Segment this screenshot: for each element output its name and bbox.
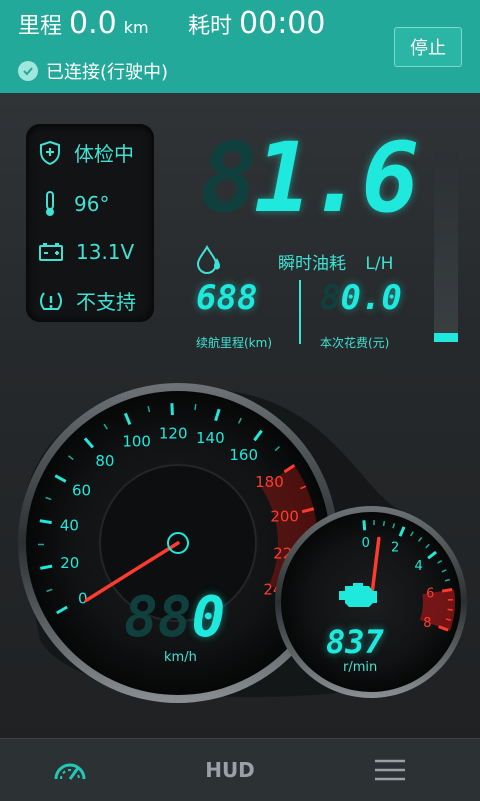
range-value: 688	[196, 278, 257, 318]
speed-value: 0	[191, 585, 225, 650]
stop-button[interactable]: 停止	[394, 27, 462, 67]
mileage-unit: km	[124, 18, 149, 37]
mileage-readout: 里程 0.0 km	[18, 6, 149, 41]
thermometer-icon	[38, 190, 62, 218]
menu-icon	[374, 758, 406, 782]
tachometer-tick-label: 6	[426, 586, 434, 601]
big-fuel-readout: 81.6	[200, 128, 415, 228]
tire-pressure-row: 不支持	[38, 286, 136, 315]
range-label: 续航里程(km)	[196, 334, 272, 351]
speedometer-tick-label: 40	[60, 517, 79, 535]
tachometer-major-tick	[364, 520, 365, 530]
speedometer-major-tick	[40, 566, 52, 568]
connection-status: 已连接(行驶中)	[18, 58, 168, 84]
speed-unit: km/h	[164, 650, 197, 665]
instant-consumption-text: 瞬时油耗	[278, 254, 346, 274]
tachometer-tick-label: 8	[423, 616, 431, 631]
status-text: 已连接(行驶中)	[46, 58, 168, 84]
speedometer-tick-label: 60	[72, 481, 91, 499]
fuel-drop-icon	[194, 244, 226, 276]
speedometer-major-tick	[172, 403, 173, 415]
nav-dashboard[interactable]	[30, 739, 110, 801]
nav-hud[interactable]: HUD	[190, 739, 270, 801]
bottom-nav: HUD	[0, 738, 480, 801]
speedometer-minor-tick	[195, 404, 196, 410]
rpm-value: 837	[326, 624, 384, 660]
tachometer-minor-tick	[384, 521, 385, 526]
speedometer-tick-label: 140	[196, 429, 225, 447]
speedometer-tick-label: 0	[78, 589, 88, 607]
speedometer-tick-label: 180	[255, 473, 284, 491]
gauges: 020406080100120140160180200220240 02468	[0, 380, 480, 708]
speed-ghost-digits: 88	[124, 585, 191, 650]
trip-cost-readout: 80.0	[320, 278, 402, 318]
vehicle-status-card: 体检中 96° 13.1V 不支持	[26, 124, 154, 322]
nav-menu[interactable]	[350, 739, 430, 801]
health-check-row: 体检中	[38, 138, 134, 167]
coolant-temperature-row: 96°	[38, 190, 109, 218]
speedometer-tick-label: 80	[95, 452, 114, 470]
mileage-value: 0.0	[69, 6, 117, 41]
speedometer-tick-label: 200	[270, 507, 299, 525]
fuel-level-fill	[434, 333, 458, 343]
mileage-label: 里程	[18, 14, 62, 39]
speedometer-tick-label: 100	[122, 432, 151, 450]
speed-readout: 880	[124, 588, 225, 648]
instant-consumption-label: 瞬时油耗 L/H	[278, 249, 393, 274]
tachometer-major-tick	[442, 590, 452, 592]
tachometer-tick-label: 2	[391, 541, 399, 556]
tachometer-tick-label: 0	[362, 536, 370, 551]
battery-voltage-row: 13.1V	[38, 240, 134, 264]
trip-cost-label: 本次花费(元)	[320, 334, 389, 351]
trip-cost-value: 0.0	[340, 278, 401, 318]
top-bar: 里程 0.0 km 耗时 00:00 已连接(行驶中) 停止	[0, 0, 480, 93]
time-label: 耗时	[188, 14, 232, 39]
check-circle-icon	[18, 61, 38, 81]
rpm-unit: r/min	[343, 660, 377, 675]
tire-pressure-icon	[38, 289, 64, 313]
health-check-label: 体检中	[74, 138, 134, 167]
big-fuel-value: 1.6	[254, 122, 415, 234]
time-readout: 耗时 00:00	[188, 6, 325, 41]
fuel-level-bar	[434, 152, 458, 342]
speedometer-tick-label: 160	[229, 446, 258, 464]
coolant-temperature-value: 96°	[74, 192, 109, 216]
speedometer-tick-label: 120	[159, 424, 188, 442]
speedometer-major-tick	[40, 521, 52, 523]
speedometer-icon	[52, 757, 88, 783]
tire-pressure-label: 不支持	[76, 286, 136, 315]
tachometer-tick-label: 4	[414, 559, 422, 574]
shield-icon	[38, 140, 62, 166]
trip-cost-ghost-digit: 8	[320, 278, 340, 318]
instant-consumption-unit: L/H	[365, 254, 393, 274]
big-fuel-ghost-digit: 8	[200, 122, 254, 234]
time-value: 00:00	[239, 6, 325, 41]
battery-voltage-value: 13.1V	[76, 240, 134, 264]
battery-icon	[38, 241, 64, 263]
speedometer-tick-label: 20	[60, 554, 79, 572]
readout-divider	[299, 280, 301, 344]
